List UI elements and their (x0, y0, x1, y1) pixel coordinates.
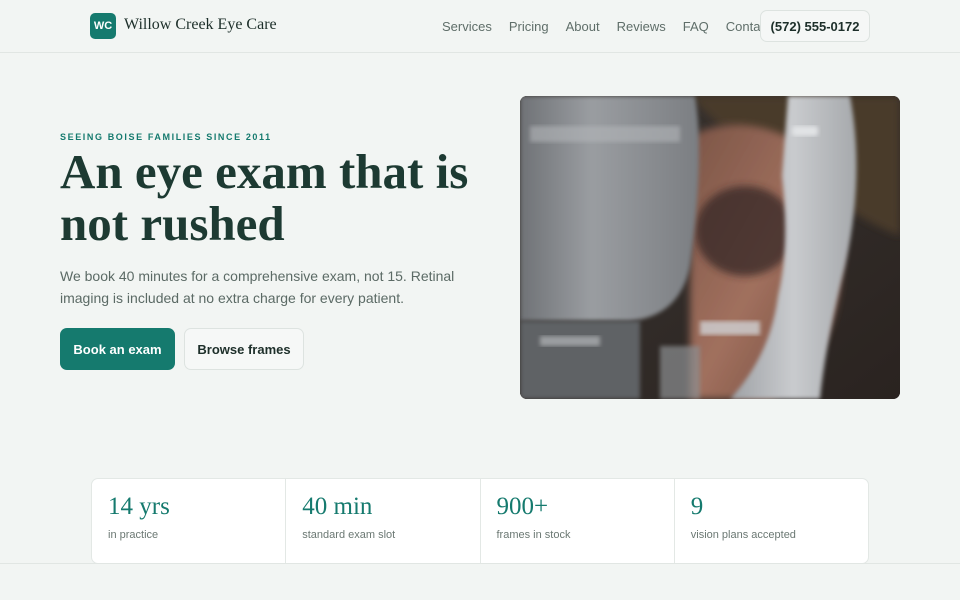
stat-card: 14 yrs in practice (92, 479, 287, 563)
brand-name[interactable]: Willow Creek Eye Care (124, 16, 277, 34)
stat-label: vision plans accepted (690, 529, 796, 541)
main-nav: Services Pricing About Reviews FAQ Conta… (442, 19, 771, 34)
browse-frames-button[interactable]: Browse frames (184, 328, 304, 370)
hero-photo (520, 96, 900, 399)
stat-value: 14 yrs (108, 493, 170, 520)
stats-panel: 14 yrs in practice 40 min standard exam … (91, 478, 869, 564)
stat-card: 9 vision plans accepted (675, 479, 868, 563)
hero-title: An eye exam that is not rushed (60, 144, 469, 251)
hero-eyebrow: SEEING BOISE FAMILIES SINCE 2011 (60, 132, 272, 142)
book-exam-button[interactable]: Book an exam (60, 328, 175, 370)
logo-mark[interactable]: WC (90, 13, 116, 39)
stat-label: standard exam slot (302, 529, 396, 541)
stat-value: 900+ (496, 493, 549, 520)
stat-card: 40 min standard exam slot (286, 479, 481, 563)
section-divider (0, 563, 960, 564)
nav-link-about[interactable]: About (566, 19, 600, 34)
stat-value: 9 (690, 493, 704, 520)
nav-link-faq[interactable]: FAQ (683, 19, 709, 34)
hero-subtitle: We book 40 minutes for a comprehensive e… (60, 268, 455, 306)
stat-label: frames in stock (496, 529, 571, 541)
stat-label: in practice (108, 529, 159, 541)
phone-button[interactable]: (572) 555-0172 (760, 10, 870, 42)
eye-exam-photo (520, 96, 900, 399)
site-header: WC Willow Creek Eye Care Services Pricin… (0, 0, 960, 53)
stat-card: 900+ frames in stock (481, 479, 675, 563)
nav-link-services[interactable]: Services (442, 19, 492, 34)
nav-link-reviews[interactable]: Reviews (617, 19, 666, 34)
nav-link-pricing[interactable]: Pricing (509, 19, 549, 34)
stat-value: 40 min (302, 493, 373, 520)
